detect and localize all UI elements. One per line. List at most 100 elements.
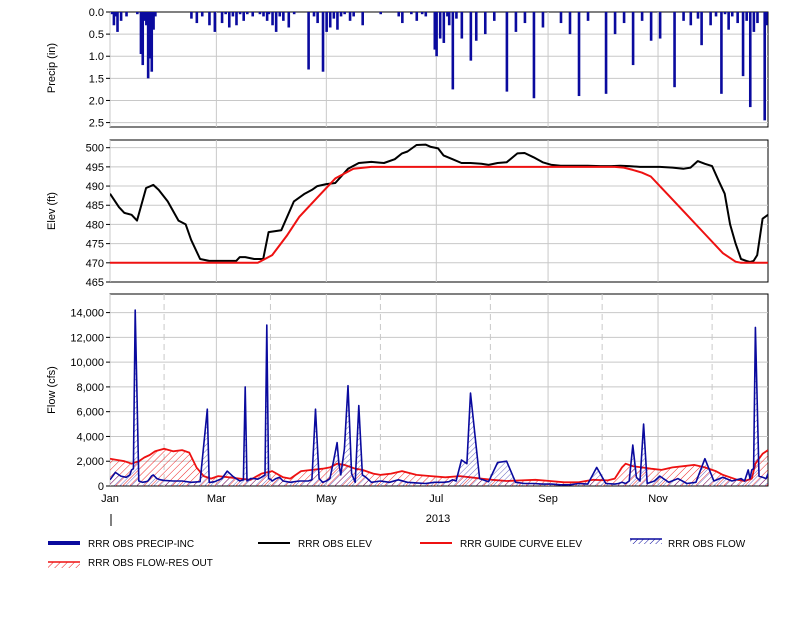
precip-bar xyxy=(649,12,653,41)
precip-bar xyxy=(689,12,693,26)
precip-bar xyxy=(332,12,336,19)
precip-bar xyxy=(460,12,464,39)
ytick-label: 1.0 xyxy=(89,51,104,63)
precip-bar xyxy=(361,12,364,26)
precip-bar xyxy=(613,12,617,35)
precip-bar xyxy=(631,12,635,66)
elev-axis-title: Elev (ft) xyxy=(46,192,58,230)
precip-bar xyxy=(532,12,536,99)
precip-bar xyxy=(220,12,224,24)
precip-bars xyxy=(110,12,768,121)
precip-bar xyxy=(267,12,271,15)
precip-bar xyxy=(379,12,383,15)
precip-bar xyxy=(397,12,401,17)
precip-bar xyxy=(736,12,739,24)
year-axis-label: 2013 xyxy=(426,513,450,525)
precip-bar xyxy=(125,12,128,17)
ytick-label: 4,000 xyxy=(76,431,104,443)
ytick-label: 0.5 xyxy=(89,29,104,41)
xtick-label: May xyxy=(316,493,337,505)
precip-bar xyxy=(200,12,204,17)
precip-bar xyxy=(271,12,274,26)
precip-bar xyxy=(752,12,756,32)
precip-bar xyxy=(723,12,727,15)
precip-bar xyxy=(586,12,590,21)
precip-bar xyxy=(343,12,346,15)
legend-label-resout: RRR OBS FLOW-RES OUT xyxy=(88,558,213,569)
ytick-label: 490 xyxy=(86,181,104,193)
precip-bar xyxy=(577,12,581,97)
precip-bar xyxy=(474,12,478,41)
precip-bar xyxy=(455,12,458,19)
precip-bar xyxy=(312,12,316,17)
xtick-label: Sep xyxy=(538,493,558,505)
precip-bar xyxy=(709,12,712,26)
precip-bar xyxy=(442,12,446,43)
precip-bar xyxy=(741,12,745,77)
precip-bar xyxy=(224,12,227,15)
precip-bar xyxy=(339,12,343,17)
precip-bar xyxy=(282,12,285,21)
precip-bar xyxy=(154,12,157,17)
xtick-label: Jan xyxy=(101,493,119,505)
grid-lines xyxy=(109,12,768,486)
ytick-label: 0 xyxy=(98,481,104,493)
precip-bar xyxy=(505,12,509,92)
precip-bar xyxy=(541,12,545,28)
xtick-label: Mar xyxy=(207,493,226,505)
precip-bar xyxy=(328,12,332,28)
precip-bar xyxy=(208,12,211,26)
precip-bar xyxy=(136,12,139,15)
elev-lines xyxy=(110,143,768,264)
precip-bar xyxy=(258,12,262,15)
precip-bar xyxy=(447,12,451,26)
precip-bar xyxy=(745,12,748,21)
precip-bar xyxy=(640,12,644,21)
xtick-label: Jul xyxy=(429,493,443,505)
precip-bar xyxy=(523,12,527,24)
precip-bar xyxy=(316,12,319,24)
ytick-label: 10,000 xyxy=(70,357,104,369)
ytick-label: 2,000 xyxy=(76,456,104,468)
precip-bar xyxy=(262,12,265,17)
precip-bar xyxy=(622,12,626,24)
ytick-label: 2.0 xyxy=(89,95,104,107)
precip-axis-title: Precip (in) xyxy=(46,43,58,93)
precip-bar xyxy=(756,12,759,24)
ytick-label: 1.5 xyxy=(89,73,104,85)
precip-bar xyxy=(604,12,608,94)
ytick-label: 485 xyxy=(86,200,104,212)
precip-bar xyxy=(424,12,428,17)
precip-bar xyxy=(415,12,419,21)
ytick-label: 12,000 xyxy=(70,332,104,344)
precip-bar xyxy=(559,12,563,24)
legend: RRR OBS PRECIP-INC RRR OBS ELEV RRR GUID… xyxy=(48,538,746,569)
ytick-label: 0.0 xyxy=(89,7,104,19)
hydrograph-chart: Jan Mar May Jul Sep Nov 0.0 0.5 1.0 1.5 2.0 2.5 465 4… xyxy=(0,0,800,627)
precip-bar xyxy=(748,12,752,108)
precip-bar xyxy=(451,12,455,90)
precip-bar xyxy=(765,12,768,26)
legend-item-guide: RRR GUIDE CURVE ELEV xyxy=(420,539,582,550)
xtick-label: Nov xyxy=(648,493,668,505)
legend-label-guide: RRR GUIDE CURVE ELEV xyxy=(460,539,582,550)
precip-bar xyxy=(763,12,766,121)
precip-bar xyxy=(673,12,676,88)
ytick-label: 480 xyxy=(86,219,104,231)
ytick-label: 14,000 xyxy=(70,308,104,320)
legend-label-flow: RRR OBS FLOW xyxy=(668,539,746,550)
precip-bar xyxy=(492,12,496,21)
ytick-label: 500 xyxy=(86,143,104,155)
ytick-label: 6,000 xyxy=(76,407,104,419)
precip-bar xyxy=(420,12,424,15)
legend-item-resout: RRR OBS FLOW-RES OUT xyxy=(48,558,213,569)
precip-bar xyxy=(696,12,700,19)
ytick-label: 475 xyxy=(86,239,104,251)
precip-bar xyxy=(274,12,278,32)
flow-axis-title: Flow (cfs) xyxy=(46,366,58,414)
obs-elev-line xyxy=(110,143,768,263)
precip-bar xyxy=(195,12,199,24)
legend-item-precip: RRR OBS PRECIP-INC xyxy=(48,539,194,550)
precip-bar xyxy=(727,12,730,30)
ytick-label: 470 xyxy=(86,258,104,270)
